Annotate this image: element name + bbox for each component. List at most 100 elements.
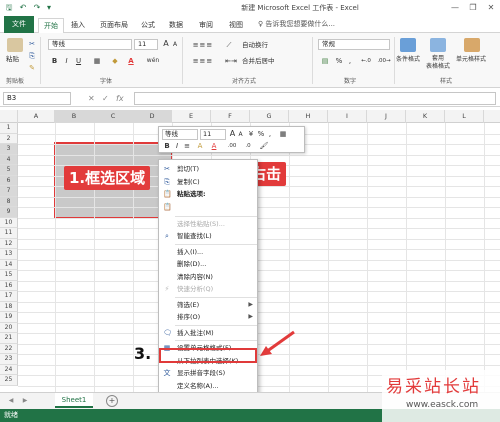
cell-styles-button[interactable]: 单元格样式 [456,55,486,65]
row-header[interactable]: 22 [0,343,18,354]
decrease-decimal-icon[interactable]: .00→ [376,56,392,66]
column-header[interactable]: H [289,110,328,123]
column-header[interactable]: B [55,110,94,123]
row-header[interactable]: 1 [0,123,18,134]
row-header[interactable]: 10 [0,217,18,228]
column-header[interactable]: F [211,110,250,123]
column-header[interactable]: D [133,110,172,123]
tab-view[interactable]: 视图 [226,18,246,32]
context-menu-item[interactable]: 🗨 插入批注(M) [159,327,257,339]
format-as-table-button[interactable]: 套用 表格格式 [426,55,450,71]
cancel-formula-icon[interactable]: ✕ [88,92,95,105]
borders-icon[interactable]: ▦ [92,56,102,66]
row-header[interactable]: 13 [0,249,18,260]
row-header[interactable]: 23 [0,354,18,365]
next-sheet-icon[interactable]: ▶ [20,396,30,406]
context-menu-item[interactable]: 📋 粘贴选项: [159,188,257,200]
context-menu-item[interactable]: 排序(O) ▶ [159,311,257,323]
row-header[interactable]: 19 [0,312,18,323]
mini-grow-font[interactable]: A [229,129,236,139]
increase-decimal-icon[interactable]: ←.0 [358,56,374,66]
tab-insert[interactable]: 插入 [68,18,88,32]
mini-font-box[interactable]: 等线 [162,129,198,140]
paste-button[interactable]: 粘贴 [6,54,19,64]
cut-icon[interactable]: ✂ [28,39,36,49]
row-header[interactable]: 25 [0,375,18,386]
format-painter-icon[interactable]: ✎ [28,63,36,73]
context-menu-item[interactable]: 插入(I)... [159,246,257,258]
qat-more-icon[interactable]: ▾ [44,3,54,13]
mini-format-painter-icon[interactable]: 🖌 [259,141,269,151]
grow-font-button[interactable]: A [162,39,170,49]
column-header[interactable]: M [484,110,500,123]
tab-file[interactable]: 文件 [4,16,34,33]
restore-button[interactable]: ❐ [466,2,480,14]
column-header[interactable]: C [94,110,133,123]
context-menu-item[interactable]: ⌕ 智能查找(L) [159,230,257,242]
row-header[interactable]: 18 [0,301,18,312]
row-header[interactable]: 4 [0,154,18,165]
column-header[interactable]: L [445,110,484,123]
phonetic-button[interactable]: wén [146,56,160,66]
sheet-tab-sheet1[interactable]: Sheet1 [55,393,93,408]
row-header[interactable]: 21 [0,333,18,344]
row-header[interactable]: 6 [0,175,18,186]
indent-icons[interactable]: ⇤⇥ [222,56,240,66]
mini-font-color[interactable]: A [209,141,219,151]
row-header[interactable]: 3 [0,144,18,155]
row-header[interactable]: 9 [0,207,18,218]
underline-button[interactable]: U [74,56,83,66]
font-name-box[interactable]: 等线 [48,39,132,50]
tab-home[interactable]: 开始 [38,18,64,34]
close-button[interactable]: ✕ [484,2,498,14]
horizontal-align-icons[interactable]: ≡≡≡ [188,56,218,66]
row-header[interactable]: 7 [0,186,18,197]
format-as-table-icon[interactable] [430,38,446,52]
add-sheet-button[interactable]: + [106,395,118,407]
context-menu-item[interactable]: 筛选(E) ▶ [159,299,257,311]
vertical-align-icons[interactable]: ≡≡≡ [188,40,218,50]
merge-center-button[interactable]: 合并后居中 [242,56,275,66]
row-header[interactable]: 12 [0,238,18,249]
save-icon[interactable]: 🖫 [4,3,14,13]
redo-icon[interactable]: ↷ [32,3,42,13]
column-header[interactable]: A [18,110,55,123]
wrap-text-button[interactable]: 自动换行 [242,40,268,50]
row-header[interactable]: 15 [0,270,18,281]
mini-increase-decimal[interactable]: .00 [225,141,239,151]
context-menu-item[interactable]: 选择性粘贴(S)... [159,218,257,230]
tab-review[interactable]: 审阅 [196,18,216,32]
column-header[interactable]: I [328,110,367,123]
font-size-box[interactable]: 11 [134,39,158,50]
name-box[interactable]: B3 [3,92,71,105]
column-header[interactable]: G [250,110,289,123]
row-header[interactable]: 16 [0,280,18,291]
context-menu-item[interactable]: ⚡ 快速分析(Q) [159,283,257,295]
mini-percent[interactable]: % [257,129,265,139]
mini-fill-color[interactable]: A [195,141,205,151]
mini-shrink-font[interactable]: A [237,130,244,140]
italic-button[interactable]: I [62,56,71,66]
conditional-format-button[interactable]: 条件格式 [396,55,420,65]
mini-borders[interactable]: ▦ [277,129,289,139]
accounting-icon[interactable]: ▤ [320,56,330,66]
tab-page-layout[interactable]: 页面布局 [94,18,134,32]
fill-color-icon[interactable]: ◆ [110,56,120,66]
context-menu-item[interactable]: 文显示拼音字段(S) [159,367,257,379]
context-menu-item[interactable]: 清除内容(N) [159,271,257,283]
select-all-corner[interactable] [0,110,18,123]
enter-formula-icon[interactable]: ✓ [102,92,109,105]
prev-sheet-icon[interactable]: ◀ [6,396,16,406]
undo-icon[interactable]: ↶ [18,3,28,13]
tab-data[interactable]: 数据 [166,18,186,32]
mini-italic[interactable]: I [173,141,181,151]
cell-styles-icon[interactable] [464,38,480,52]
row-header[interactable]: 14 [0,259,18,270]
row-header[interactable]: 8 [0,196,18,207]
column-header[interactable]: J [367,110,406,123]
copy-icon[interactable]: ⎘ [28,51,36,61]
paste-icon[interactable] [7,38,23,52]
row-header[interactable]: 17 [0,291,18,302]
mini-align[interactable]: ≡ [183,141,191,151]
number-format-box[interactable]: 常规 [318,39,390,50]
